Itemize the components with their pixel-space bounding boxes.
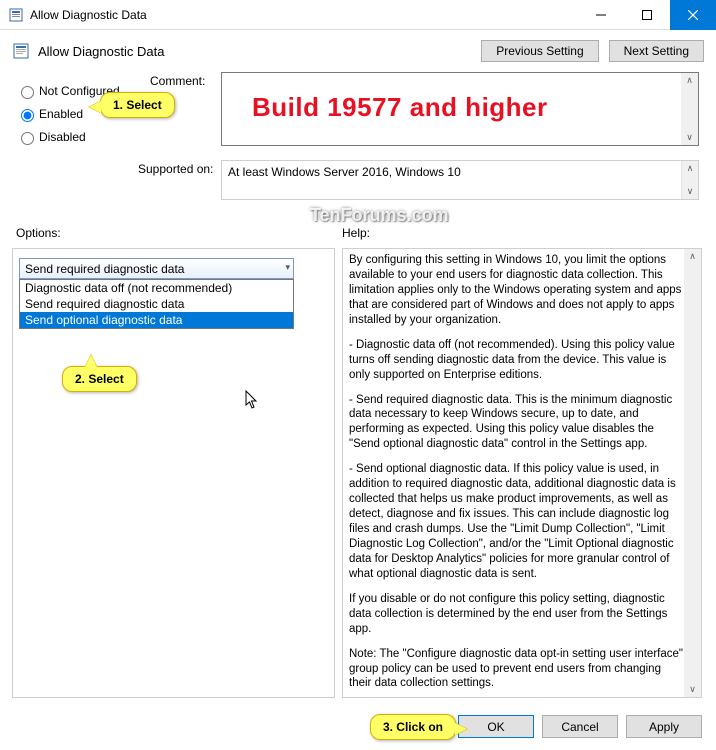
watermark: TenForums.com [310, 205, 449, 226]
policy-title: Allow Diagnostic Data [38, 44, 471, 59]
window-title: Allow Diagnostic Data [30, 8, 578, 22]
help-scrollbar[interactable]: ∧ ∨ [684, 249, 701, 697]
config-area: Not Configured Enabled Disabled Comment:… [0, 66, 716, 206]
maximize-button[interactable] [624, 0, 670, 30]
dropdown-item-off[interactable]: Diagnostic data off (not recommended) [20, 280, 293, 296]
ok-button[interactable]: OK [458, 715, 534, 738]
options-combobox[interactable]: Send required diagnostic data ▾ [19, 258, 294, 279]
scroll-down-icon[interactable]: ∨ [689, 684, 696, 695]
close-button[interactable] [670, 0, 716, 30]
supported-scrollbar[interactable]: ∧ ∨ [681, 161, 698, 199]
title-bar: Allow Diagnostic Data [0, 0, 716, 30]
supported-text: At least Windows Server 2016, Windows 10 [228, 165, 461, 179]
scroll-up-icon[interactable]: ∧ [689, 251, 696, 262]
help-paragraph: Note: The "Configure diagnostic data opt… [349, 647, 684, 692]
chevron-down-icon[interactable]: ▾ [285, 262, 290, 273]
cursor-icon [245, 390, 261, 410]
radio-label: Disabled [39, 130, 86, 144]
dropdown-item-required[interactable]: Send required diagnostic data [20, 296, 293, 312]
scroll-up-icon[interactable]: ∧ [686, 75, 693, 86]
annotation-banner: Build 19577 and higher [252, 92, 548, 123]
scroll-up-icon[interactable]: ∧ [687, 163, 694, 174]
help-paragraph: By configuring this setting in Windows 1… [349, 253, 684, 328]
header-row: Allow Diagnostic Data Previous Setting N… [0, 30, 716, 66]
minimize-button[interactable] [578, 0, 624, 30]
annotation-step-3: 3. Click on [370, 714, 456, 740]
scroll-down-icon[interactable]: ∨ [686, 132, 693, 143]
supported-on-label: Supported on: [138, 162, 213, 176]
options-dropdown[interactable]: Diagnostic data off (not recommended) Se… [19, 279, 294, 329]
policy-icon [12, 42, 30, 60]
cancel-button[interactable]: Cancel [542, 715, 618, 738]
apply-button[interactable]: Apply [626, 715, 702, 738]
supported-on-value: At least Windows Server 2016, Windows 10… [221, 160, 699, 200]
help-panel: By configuring this setting in Windows 1… [342, 248, 702, 698]
radio-label: Enabled [39, 107, 83, 121]
dialog-buttons: OK Cancel Apply [458, 715, 702, 738]
dropdown-item-optional[interactable]: Send optional diagnostic data [20, 312, 293, 328]
help-paragraph: - Diagnostic data off (not recommended).… [349, 338, 684, 383]
combobox-value: Send required diagnostic data [25, 262, 184, 276]
previous-setting-button[interactable]: Previous Setting [481, 40, 598, 62]
help-paragraph: - Send required diagnostic data. This is… [349, 393, 684, 453]
help-label: Help: [342, 226, 370, 240]
options-label: Options: [16, 226, 61, 240]
options-panel: Send required diagnostic data ▾ Diagnost… [12, 248, 335, 698]
annotation-step-1: 1. Select [100, 92, 175, 118]
help-text: By configuring this setting in Windows 1… [349, 253, 684, 693]
help-paragraph: - Send optional diagnostic data. If this… [349, 462, 684, 582]
radio-disabled[interactable]: Disabled [16, 129, 136, 145]
comment-scrollbar[interactable]: ∧ ∨ [681, 73, 698, 145]
annotation-step-2: 2. Select [62, 366, 137, 392]
window-controls [578, 0, 716, 30]
window-icon [8, 7, 24, 23]
scroll-down-icon[interactable]: ∨ [687, 186, 694, 197]
help-paragraph: If you disable or do not configure this … [349, 592, 684, 637]
next-setting-button[interactable]: Next Setting [609, 40, 704, 62]
comment-label: Comment: [150, 74, 205, 88]
